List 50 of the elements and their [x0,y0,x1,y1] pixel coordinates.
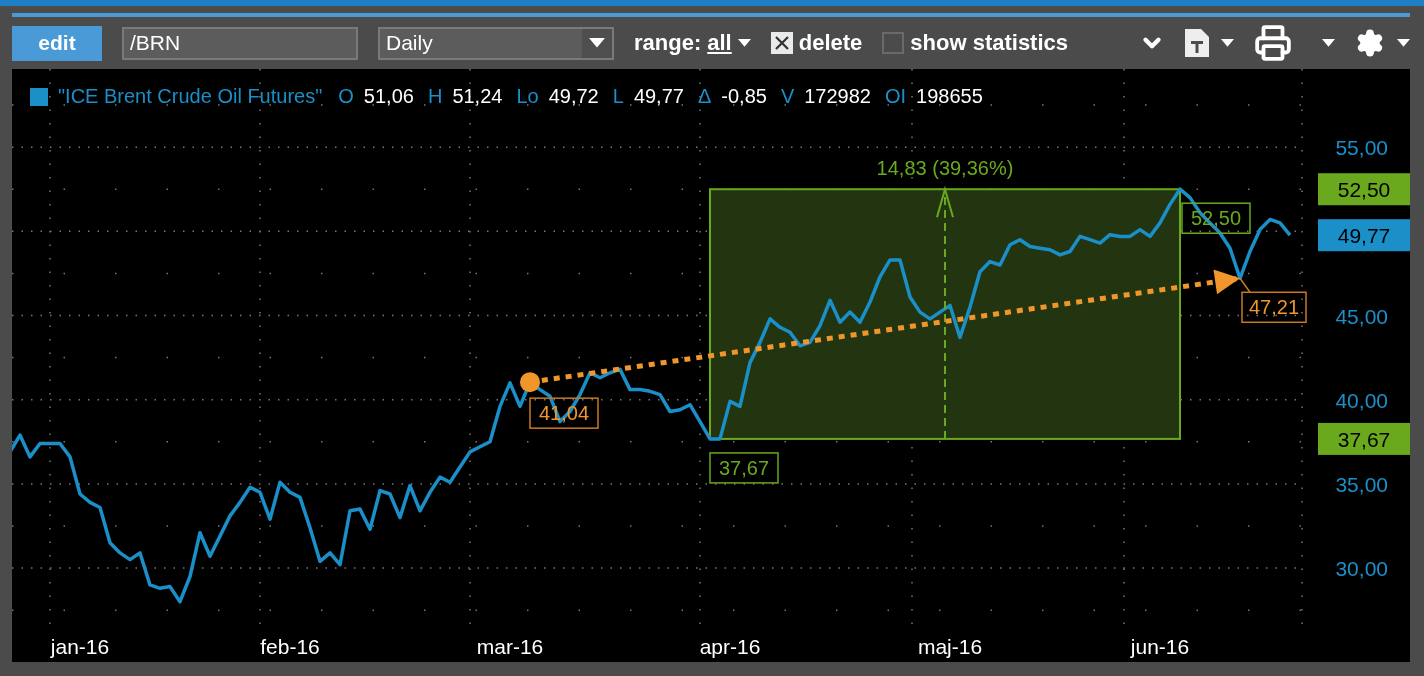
price-label: 37,67 [709,452,779,484]
y-axis-label: 55,00 [1335,136,1388,160]
price-label: 47,21 [1241,291,1307,324]
series-name: "ICE Brent Crude Oil Futures" [58,85,323,108]
price-tag: 52,50 [1318,173,1410,206]
stat-value: -0,85 [721,85,767,108]
stat-value: 172982 [804,85,871,108]
caret-icon [1397,39,1410,47]
caret-icon [737,39,751,47]
annotation: 47,21 [1248,296,1300,319]
show-statistics-label: show statistics [910,30,1069,56]
symbol-field[interactable]: /BRN [122,26,358,60]
stat-key: Lo [516,85,539,108]
range-link[interactable]: all [707,30,732,56]
stat-value: 198655 [916,85,983,108]
delete-checkbox[interactable] [770,32,793,54]
stat-key: H [427,85,443,108]
stat-key: V [780,85,795,108]
stat-value: 51,06 [363,85,414,108]
caret-icon [1322,39,1335,47]
document-icon[interactable] [1185,29,1209,57]
price-tag: 49,77 [1318,219,1410,252]
stat-value: 51,24 [452,85,503,108]
x-axis-label: jan-16 [50,635,110,658]
x-axis-label: mar-16 [476,635,544,658]
y-axis-label: 45,00 [1335,304,1388,328]
measure-label: 14,83 (39,36%) [876,157,1014,180]
delete-label: delete [798,30,863,56]
y-axis-label: 35,00 [1335,472,1388,496]
stat-key: OI [885,85,907,108]
caret-icon [1221,39,1234,47]
caret-icon [589,38,605,48]
settings-icon[interactable] [1355,28,1385,58]
y-axis-label: 40,00 [1335,388,1388,412]
x-axis-label: apr-16 [699,635,761,658]
x-axis-label: maj-16 [917,635,983,658]
stat-key: O [338,85,354,108]
y-axis-label: 30,00 [1335,557,1388,581]
show-statistics-checkbox[interactable] [882,32,905,54]
stat-key: L [612,85,624,108]
x-axis-label: jun-16 [1130,635,1190,658]
stat-key: Δ [697,85,712,108]
stat-value: 49,77 [633,85,684,108]
price-tag: 37,67 [1318,422,1410,455]
stat-value: 49,72 [548,85,599,108]
range-label: range: [634,30,702,56]
printer-icon[interactable] [1254,24,1292,62]
x-axis-label: feb-16 [260,635,320,658]
annotation: 37,67 [718,456,770,479]
interval-select[interactable]: Daily [378,26,614,60]
